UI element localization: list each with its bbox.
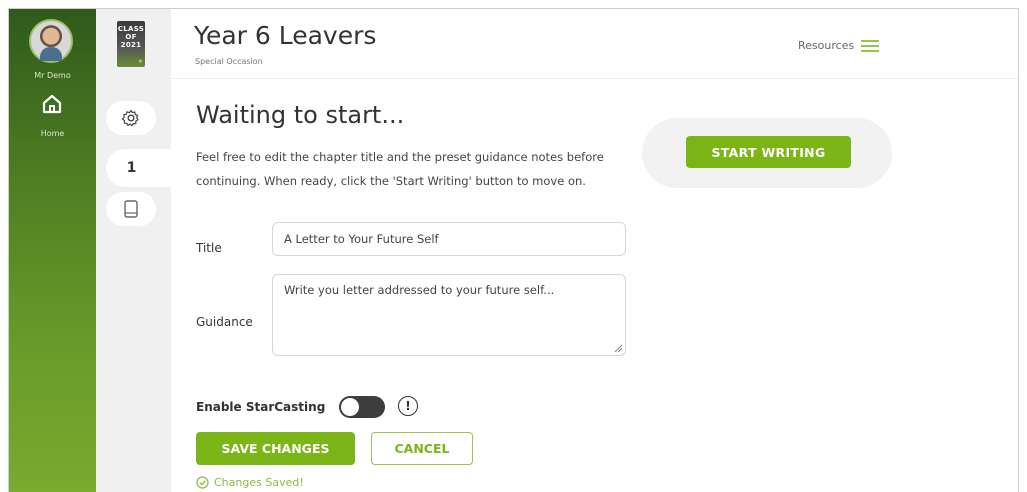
user-name: Mr Demo — [34, 71, 71, 80]
page-header: Year 6 Leavers Special Occasion Resource… — [171, 9, 1018, 79]
avatar[interactable] — [29, 19, 73, 63]
check-circle-icon — [196, 476, 209, 489]
book-cover-text: CLASS OF 2021 — [117, 25, 145, 49]
left-rail: Mr Demo Home — [9, 9, 96, 492]
home-icon[interactable] — [41, 93, 63, 115]
chapter-title-input[interactable] — [272, 222, 626, 256]
page-subtitle: Special Occasion — [195, 57, 263, 66]
title-label: Title — [196, 241, 222, 255]
app-frame: Mr Demo Home CLASS OF 2021 ★ 1 Year 6 Le… — [8, 8, 1019, 492]
starcasting-label: Enable StarCasting — [196, 400, 326, 414]
book-cover[interactable]: CLASS OF 2021 ★ — [117, 21, 145, 67]
resources-label: Resources — [798, 39, 855, 52]
resources-menu[interactable]: Resources — [798, 39, 880, 52]
resize-handle-icon[interactable] — [613, 343, 623, 353]
help-text: Feel free to edit the chapter title and … — [196, 150, 604, 188]
chapter-number: 1 — [126, 160, 137, 176]
guidance-label: Guidance — [196, 315, 253, 329]
settings-tab[interactable] — [106, 101, 156, 135]
start-writing-button[interactable]: START WRITING — [686, 136, 851, 168]
guidance-textarea[interactable]: Write you letter addressed to your futur… — [272, 274, 626, 356]
star-icon: ★ — [137, 58, 143, 65]
saved-message: Changes Saved! — [214, 476, 304, 489]
hamburger-icon — [861, 39, 880, 52]
gear-icon — [122, 109, 139, 127]
toggle-knob — [341, 398, 359, 416]
chapter-status: Waiting to start... — [196, 101, 405, 129]
starcasting-toggle[interactable] — [339, 396, 385, 418]
saved-status: Changes Saved! — [196, 476, 304, 489]
book-icon — [124, 200, 138, 218]
page-title: Year 6 Leavers — [194, 21, 377, 50]
save-changes-button[interactable]: SAVE CHANGES — [196, 432, 355, 465]
chapter-column: CLASS OF 2021 ★ 1 — [96, 9, 171, 492]
info-icon[interactable]: ! — [398, 396, 418, 416]
home-label[interactable]: Home — [9, 129, 96, 138]
cancel-button[interactable]: CANCEL — [371, 432, 473, 465]
add-chapter-tab[interactable] — [106, 192, 156, 226]
chapter-tab-1[interactable]: 1 — [106, 149, 171, 187]
